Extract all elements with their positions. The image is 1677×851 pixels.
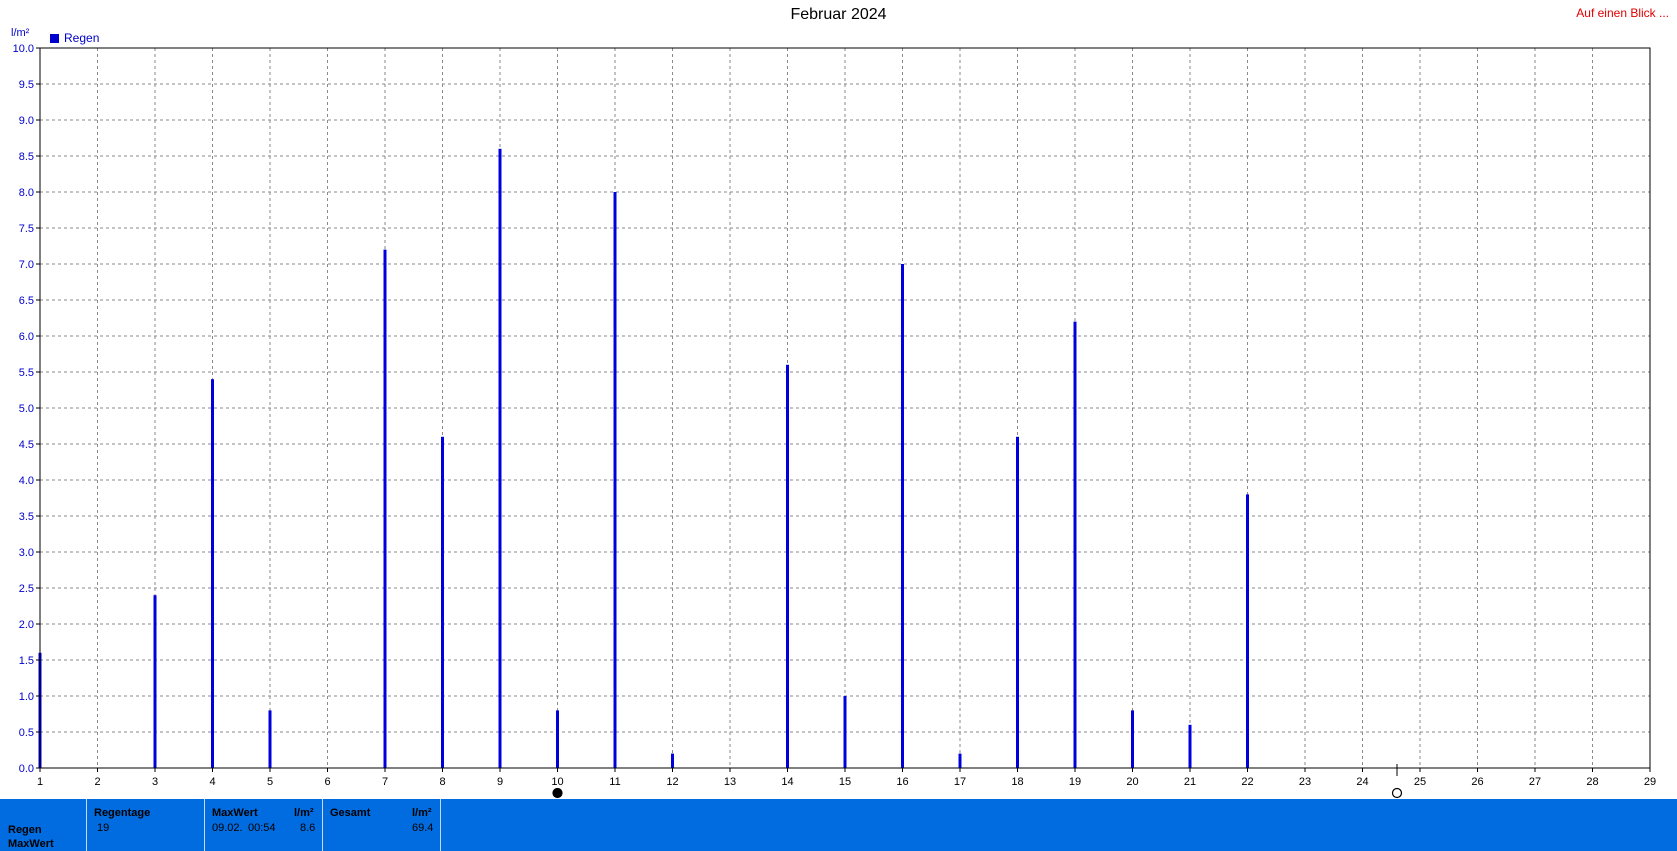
y-tick-label: 7.0: [19, 259, 34, 271]
y-tick-label: 5.0: [19, 403, 34, 415]
x-tick-label: 7: [382, 776, 388, 788]
y-tick-label: 6.0: [19, 331, 34, 343]
summary-row-labels: Regen MaxWert: [0, 799, 87, 851]
bar-regen: [153, 595, 157, 768]
summary-regentage: Regentage 19: [87, 799, 205, 851]
chart-bars: [38, 148, 1249, 769]
y-tick-label: 2.5: [19, 583, 34, 595]
bar-regen: [1016, 436, 1019, 768]
bar-regen: [1073, 321, 1077, 768]
overview-link[interactable]: Auf einen Blick ...: [1576, 6, 1669, 20]
bar-regen: [901, 264, 904, 768]
x-tick-label: 28: [1586, 776, 1598, 788]
x-tick-label: 21: [1184, 776, 1196, 788]
x-tick-label: 9: [497, 776, 503, 788]
y-axis-ticks: 0.0 0.5 1.0 1.5 2.0 2.5 3.0 3.5 4.0 4.5 5.0 5.5 6.0 6…: [13, 43, 40, 775]
bar-regen: [671, 753, 674, 768]
y-tick-label: 1.0: [19, 691, 34, 703]
bar-regen: [786, 364, 789, 768]
x-tick-label: 29: [1644, 776, 1656, 788]
y-tick-label: 6.5: [19, 295, 34, 307]
new-moon-icon: [1391, 787, 1403, 799]
y-tick-label: 8.0: [19, 187, 34, 199]
regentage-label: Regentage: [94, 807, 151, 819]
y-tick-label: 1.5: [19, 655, 34, 667]
legend-swatch-regen: [50, 33, 59, 43]
maxwert-date: 09.02.: [212, 822, 243, 834]
x-tick-label: 25: [1414, 776, 1426, 788]
y-axis-unit: l/m²: [11, 27, 30, 39]
maxwert-time: 00:54: [248, 822, 276, 834]
bar-regen: [441, 436, 444, 768]
bar-regen: [958, 753, 962, 768]
x-tick-label: 3: [152, 776, 158, 788]
x-tick-label: 6: [324, 776, 330, 788]
x-tick-label: 1: [37, 776, 43, 788]
gesamt-value: 69.4: [412, 822, 434, 834]
gesamt-label: Gesamt: [330, 807, 371, 819]
rain-chart: 0.0 0.5 1.0 1.5 2.0 2.5 3.0 3.5 4.0 4.5 5.0 5.5 6.0 6…: [13, 43, 1656, 799]
y-tick-label: 8.5: [19, 151, 34, 163]
y-tick-label: 3.5: [19, 511, 34, 523]
bar-regen: [268, 710, 272, 768]
legend: Regen: [50, 31, 99, 45]
summary-panel: Regen MaxWert Regentage 19 MaxWert l/m² …: [0, 799, 1677, 851]
row-label-maxwert: MaxWert: [8, 838, 54, 850]
bar-regen: [843, 696, 847, 768]
bar-regen: [383, 249, 387, 769]
y-tick-label: 9.5: [19, 79, 34, 91]
y-tick-label: 0.5: [19, 727, 34, 739]
summary-gesamt: Gesamt l/m² 69.4: [323, 799, 441, 851]
y-tick-label: 2.0: [19, 619, 34, 631]
x-tick-label: 8: [439, 776, 445, 788]
gesamt-unit: l/m²: [412, 807, 432, 819]
chart-title: Februar 2024: [790, 6, 887, 23]
x-tick-label: 24: [1356, 776, 1368, 788]
x-tick-label: 13: [724, 776, 736, 788]
x-tick-label: 15: [839, 776, 851, 788]
legend-label-regen: Regen: [64, 31, 100, 45]
x-tick-label: 18: [1011, 776, 1023, 788]
y-tick-label: 4.5: [19, 439, 34, 451]
bar-regen: [1246, 494, 1249, 768]
bar-regen: [498, 148, 502, 769]
row-label-regen: Regen: [8, 824, 42, 836]
x-tick-label: 22: [1241, 776, 1253, 788]
x-tick-label: 23: [1299, 776, 1311, 788]
x-tick-label: 17: [954, 776, 966, 788]
maxwert-unit: l/m²: [294, 807, 314, 819]
x-tick-label: 16: [896, 776, 908, 788]
bar-regen: [1188, 724, 1192, 768]
bar-regen: [1131, 710, 1134, 768]
y-tick-label: 9.0: [19, 115, 34, 127]
summary-maxwert: MaxWert l/m² 09.02. 00:54 8.6: [205, 799, 323, 851]
x-tick-label: 2: [94, 776, 100, 788]
x-tick-label: 4: [209, 776, 215, 788]
maxwert-value: 8.6: [300, 822, 316, 834]
x-tick-label: 19: [1069, 776, 1081, 788]
bar-regen: [211, 379, 214, 768]
y-tick-label: 5.5: [19, 367, 34, 379]
moon-markers: [552, 764, 1403, 799]
y-tick-label: 4.0: [19, 475, 34, 487]
x-tick-label: 5: [267, 776, 273, 788]
bar-regen: [556, 710, 559, 768]
x-tick-label: 27: [1529, 776, 1541, 788]
x-tick-label: 10: [551, 776, 563, 788]
regentage-value: 19: [97, 822, 110, 834]
y-tick-label: 0.0: [19, 763, 34, 775]
x-tick-label: 20: [1126, 776, 1138, 788]
y-tick-label: 7.5: [19, 223, 34, 235]
x-tick-label: 14: [781, 776, 793, 788]
x-tick-label: 11: [609, 776, 620, 788]
x-tick-label: 12: [666, 776, 678, 788]
y-tick-label: 3.0: [19, 547, 34, 559]
x-tick-label: 26: [1471, 776, 1483, 788]
bar-regen: [613, 192, 617, 768]
y-tick-label: 10.0: [13, 43, 34, 55]
full-moon-icon: [552, 787, 563, 799]
chart-grid: [40, 48, 1650, 768]
maxwert-label: MaxWert: [212, 807, 258, 819]
x-axis-ticks: 1 2 3 4 5 6 7 8 9 10 11 12 13 14 15 16 17 18 19 20 21 22 23 24 2…: [37, 768, 1656, 788]
